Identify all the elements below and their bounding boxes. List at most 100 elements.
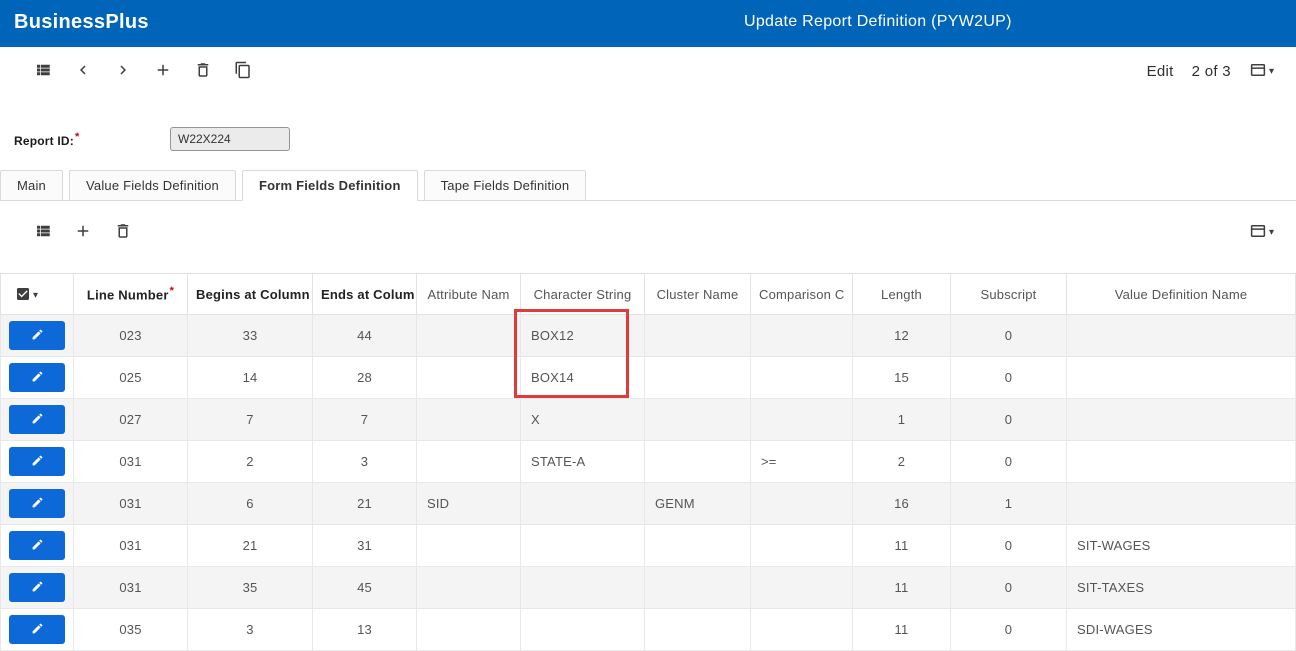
cell-ends-at-column: 21 (313, 483, 417, 525)
edit-row-button[interactable] (9, 615, 65, 644)
table-row: 031 6 21 SID GENM 16 1 (1, 483, 1296, 525)
page-title: Update Report Definition (PYW2UP) (744, 13, 1012, 31)
edit-row-button[interactable] (9, 447, 65, 476)
form-options-button[interactable]: ▾ (1249, 61, 1274, 82)
cell-begins-at-column: 35 (188, 567, 313, 609)
cell-subscript: 0 (951, 567, 1067, 609)
cell-ends-at-column: 31 (313, 525, 417, 567)
edit-row-button[interactable] (9, 531, 65, 560)
record-position: 2 of 3 (1192, 63, 1231, 80)
cell-length: 2 (853, 441, 951, 483)
pencil-icon (31, 328, 44, 344)
edit-row-button[interactable] (9, 363, 65, 392)
grid-options-button[interactable]: ▾ (1249, 222, 1274, 243)
cell-comparison (751, 609, 853, 651)
cell-subscript: 0 (951, 441, 1067, 483)
cell-character-string: STATE-A (521, 441, 645, 483)
cell-character-string (521, 483, 645, 525)
previous-record-button[interactable] (70, 58, 96, 84)
col-header-length: Length (853, 274, 951, 315)
cell-subscript: 0 (951, 399, 1067, 441)
cell-begins-at-column: 7 (188, 399, 313, 441)
select-all-header[interactable]: ▾ (1, 274, 74, 315)
mode-label: Edit (1147, 63, 1174, 80)
cell-begins-at-column: 21 (188, 525, 313, 567)
grid-browse-button[interactable] (30, 219, 56, 245)
cell-line-number: 031 (74, 483, 188, 525)
brand-logo[interactable]: BusinessPlus (14, 11, 149, 34)
app-header: BusinessPlus Update Report Definition (P… (0, 0, 1296, 47)
edit-row-button[interactable] (9, 405, 65, 434)
cell-comparison (751, 399, 853, 441)
col-header-cluster-name: Cluster Name (645, 274, 751, 315)
cell-attribute-name (417, 525, 521, 567)
edit-row-button[interactable] (9, 489, 65, 518)
cell-begins-at-column: 14 (188, 357, 313, 399)
cell-edit (1, 357, 74, 399)
col-header-begins-at-column: Begins at Column (188, 274, 313, 315)
cell-attribute-name: SID (417, 483, 521, 525)
grid-delete-row-button[interactable] (110, 219, 136, 245)
browse-records-button[interactable] (30, 58, 56, 84)
cell-line-number: 031 (74, 525, 188, 567)
checkbox-checked-icon (15, 286, 31, 301)
cell-value-definition-name (1067, 357, 1296, 399)
cell-value-definition-name: SDI-WAGES (1067, 609, 1296, 651)
cell-ends-at-column: 45 (313, 567, 417, 609)
tab-tape-fields-definition[interactable]: Tape Fields Definition (424, 170, 587, 201)
cell-attribute-name (417, 441, 521, 483)
cell-cluster-name (645, 357, 751, 399)
report-id-field-row: Report ID:* (0, 125, 1296, 153)
grid-add-row-button[interactable] (70, 219, 96, 245)
trash-icon (194, 61, 212, 82)
next-record-button[interactable] (110, 58, 136, 84)
cell-edit (1, 483, 74, 525)
cell-length: 1 (853, 399, 951, 441)
cell-length: 15 (853, 357, 951, 399)
col-header-comparison: Comparison C (751, 274, 853, 315)
cell-subscript: 0 (951, 357, 1067, 399)
cell-cluster-name (645, 399, 751, 441)
pencil-icon (31, 454, 44, 470)
cell-comparison (751, 567, 853, 609)
panel-icon (1249, 222, 1267, 243)
pencil-icon (31, 580, 44, 596)
tab-value-fields-definition[interactable]: Value Fields Definition (69, 170, 236, 201)
cell-begins-at-column: 6 (188, 483, 313, 525)
tab-bar: Main Value Fields Definition Form Fields… (0, 169, 1296, 201)
cell-ends-at-column: 3 (313, 441, 417, 483)
report-id-input[interactable] (170, 127, 290, 151)
cell-length: 11 (853, 525, 951, 567)
add-record-button[interactable] (150, 58, 176, 84)
copy-record-button[interactable] (230, 58, 256, 84)
table-row: 035 3 13 11 0 SDI-WAGES (1, 609, 1296, 651)
edit-row-button[interactable] (9, 573, 65, 602)
record-toolbar: Edit 2 of 3 ▾ (0, 47, 1296, 95)
delete-record-button[interactable] (190, 58, 216, 84)
cell-cluster-name: GENM (645, 483, 751, 525)
tab-main[interactable]: Main (0, 170, 63, 201)
tab-form-fields-definition[interactable]: Form Fields Definition (242, 170, 418, 201)
pencil-icon (31, 370, 44, 386)
pencil-icon (31, 622, 44, 638)
cell-line-number: 035 (74, 609, 188, 651)
chevron-right-icon (114, 61, 132, 82)
cell-edit (1, 567, 74, 609)
col-header-character-string: Character String (521, 274, 645, 315)
cell-attribute-name (417, 399, 521, 441)
cell-subscript: 0 (951, 525, 1067, 567)
pencil-icon (31, 538, 44, 554)
cell-line-number: 023 (74, 315, 188, 357)
cell-comparison (751, 483, 853, 525)
cell-value-definition-name: SIT-WAGES (1067, 525, 1296, 567)
cell-line-number: 031 (74, 441, 188, 483)
table-row: 031 35 45 11 0 SIT-TAXES (1, 567, 1296, 609)
cell-ends-at-column: 44 (313, 315, 417, 357)
report-id-label: Report ID:* (14, 131, 170, 148)
edit-row-button[interactable] (9, 321, 65, 350)
cell-value-definition-name (1067, 399, 1296, 441)
grid-body: 023 33 44 BOX12 12 0 025 14 28 BOX14 15 … (1, 315, 1296, 651)
cell-subscript: 0 (951, 315, 1067, 357)
cell-character-string (521, 525, 645, 567)
cell-length: 12 (853, 315, 951, 357)
